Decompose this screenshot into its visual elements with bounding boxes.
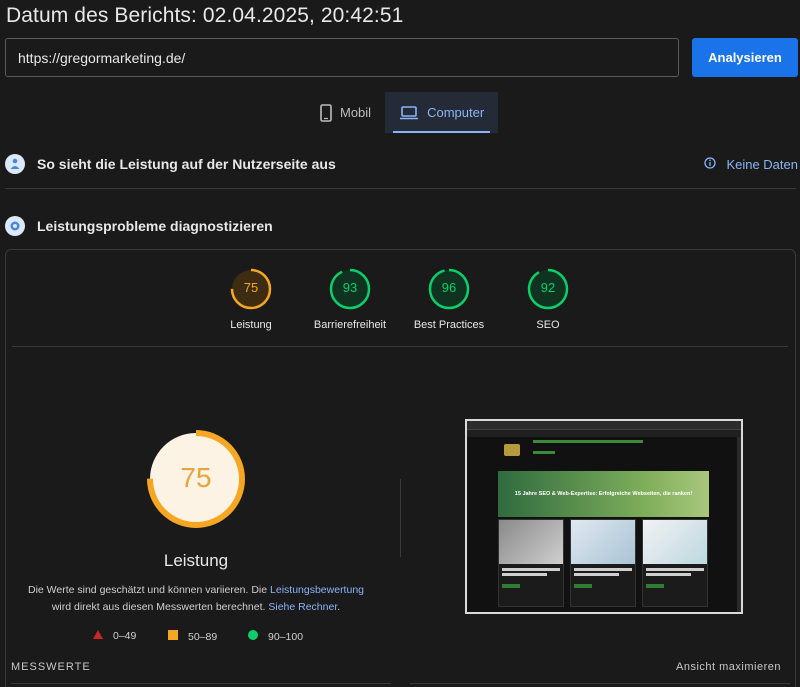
diagnostics-section: Leistungsprobleme diagnostizieren — [5, 212, 798, 240]
score-label: SEO — [536, 319, 560, 331]
score-label: Leistung — [230, 319, 272, 331]
analyze-button[interactable]: Analysieren — [692, 38, 798, 77]
desc-text: . — [337, 601, 341, 613]
performance-score: 75 — [180, 462, 212, 493]
square-icon — [168, 630, 178, 643]
score-gauge-leistung[interactable]: 75 Leistung — [206, 268, 296, 331]
field-data-section: So sieht die Leistung auf der Nutzerseit… — [5, 150, 798, 178]
score-calculation-link[interactable]: Leistungsbewertung — [270, 584, 364, 596]
score-label: Best Practices — [413, 319, 485, 331]
tab-mobile[interactable]: Mobil — [306, 92, 385, 133]
score-value: 92 — [540, 280, 556, 295]
tab-mobile-label: Mobil — [340, 105, 372, 120]
no-data-link[interactable]: Keine Daten — [704, 157, 798, 172]
info-icon — [704, 156, 717, 172]
calculator-link[interactable]: Siehe Rechner — [268, 601, 337, 613]
url-input[interactable] — [5, 38, 679, 77]
score-value: 93 — [342, 280, 358, 295]
triangle-icon — [93, 630, 103, 642]
smartphone-icon — [320, 103, 332, 122]
score-value: 96 — [441, 280, 457, 295]
score-ring: 96 — [428, 268, 470, 310]
no-data-label: Keine Daten — [726, 156, 798, 172]
score-label: Barrierefreiheit — [313, 319, 387, 331]
device-tabs: Mobil Computer — [306, 92, 499, 133]
score-ring: 75 — [230, 268, 272, 310]
desc-text: Die Werte sind geschätzt und können vari… — [27, 584, 271, 596]
tab-computer-label: Computer — [427, 105, 485, 120]
tab-computer[interactable]: Computer — [385, 92, 499, 133]
legend-item-average: 50–89 — [168, 630, 217, 643]
laptop-icon — [399, 105, 419, 120]
performance-description: Die Werte sind geschätzt und können vari… — [0, 582, 392, 616]
lab-data-icon — [5, 216, 25, 236]
divider — [12, 346, 788, 347]
score-gauge-best-practices[interactable]: 96 Best Practices — [404, 268, 494, 331]
legend-range: 0–49 — [113, 630, 137, 642]
divider — [11, 683, 391, 684]
divider — [400, 479, 401, 557]
score-gauge-barrierefreiheit[interactable]: 93 Barrierefreiheit — [305, 268, 395, 331]
score-gauge-seo[interactable]: 92 SEO — [503, 268, 593, 331]
expand-view-button[interactable]: Ansicht maximieren — [676, 661, 781, 673]
url-bar: Analysieren — [5, 38, 798, 78]
performance-gauge: 75 — [146, 429, 246, 529]
legend-range: 50–89 — [188, 630, 218, 643]
performance-title: Leistung — [163, 551, 229, 570]
score-ring: 93 — [329, 268, 371, 310]
score-value: 75 — [243, 280, 259, 295]
legend-item-good: 90–100 — [248, 630, 303, 643]
score-ring: 92 — [527, 268, 569, 310]
diagnostics-title: Leistungsprobleme diagnostizieren — [37, 218, 273, 234]
divider — [5, 188, 796, 189]
circle-icon — [248, 630, 258, 643]
page-screenshot-thumbnail: 15 Jahre SEO & Web-Expertise: Erfolgreic… — [465, 419, 743, 614]
report-date: Datum des Berichts: 02.04.2025, 20:42:51 — [6, 4, 404, 27]
site-logo — [504, 444, 520, 456]
metrics-heading: MESSWERTE — [11, 661, 91, 673]
legend-item-poor: 0–49 — [93, 630, 136, 642]
thumbnail-hero: 15 Jahre SEO & Web-Expertise: Erfolgreic… — [498, 471, 709, 517]
desc-text: wird direkt aus diesen Messwerten berech… — [51, 601, 269, 613]
field-data-title: So sieht die Leistung auf der Nutzerseit… — [37, 156, 336, 172]
user-experience-icon — [5, 154, 25, 174]
legend-range: 90–100 — [268, 630, 304, 643]
divider — [410, 683, 790, 684]
